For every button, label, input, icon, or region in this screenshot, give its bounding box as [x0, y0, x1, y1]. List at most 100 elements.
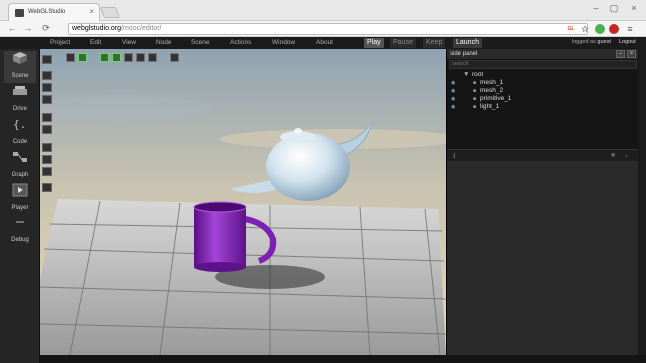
visibility-eye-icon[interactable]: ◉	[451, 79, 455, 87]
url-domain: webglstudio.org	[72, 25, 122, 32]
tool-light-icon[interactable]	[112, 53, 121, 62]
tab-title: WebGLStudio	[28, 9, 66, 15]
expand-triangle-icon[interactable]: ▼	[463, 71, 469, 79]
tree-item-primitive-1[interactable]: ◉ ■ primitive_1	[447, 95, 639, 103]
tool-grid-icon[interactable]	[100, 53, 109, 62]
tool-rotate-icon[interactable]	[42, 83, 52, 92]
visibility-eye-icon[interactable]: ◉	[451, 87, 455, 95]
favicon-icon	[15, 9, 24, 17]
visibility-eye-icon[interactable]: ◉	[451, 103, 455, 111]
menu-scene[interactable]: Scene	[191, 39, 209, 46]
url-path: /mooc/editor/	[121, 25, 162, 32]
tool-pick-icon[interactable]	[42, 125, 52, 134]
lock-icon[interactable]: ■	[611, 152, 615, 159]
side-panel-header: side panel	[447, 49, 639, 59]
tree-label-primitive-1: primitive_1	[480, 95, 512, 102]
back-button[interactable]: ←	[6, 23, 18, 33]
sidebar-item-graph[interactable]: Graph	[4, 150, 36, 182]
editor-menubar: Project Edit View Node Scene Actions Win…	[0, 37, 646, 49]
sidebar-item-drive[interactable]: Drive	[4, 84, 36, 116]
extension-green-icon[interactable]	[595, 24, 605, 34]
inspector-panel	[446, 161, 638, 355]
tool-scale-icon[interactable]	[42, 95, 52, 104]
gl-extension-icon[interactable]: GL	[566, 24, 576, 34]
tool-pen-icon[interactable]	[170, 53, 179, 62]
menu-actions[interactable]: Actions	[230, 39, 251, 46]
browser-tab[interactable]: WebGLStudio ×	[8, 3, 100, 21]
browser-toolbar: ← → ⟳ webglstudio.org/mooc/editor/ GL ☆ …	[0, 21, 646, 37]
launch-button[interactable]: Launch	[453, 38, 482, 48]
scene-tree-search-input[interactable]: search	[449, 60, 637, 69]
close-window-button[interactable]: ×	[626, 3, 642, 16]
maximize-button[interactable]: ▢	[606, 3, 622, 16]
node-icon: ■	[473, 104, 477, 110]
sidebar-label-drive: Drive	[12, 106, 27, 112]
new-tab-button[interactable]	[99, 7, 121, 18]
node-icon: ■	[473, 96, 477, 102]
chevron-right-icon[interactable]: ›	[625, 151, 628, 160]
scene-render	[40, 49, 446, 355]
tool-layout-icon[interactable]	[66, 53, 75, 62]
address-bar[interactable]: webglstudio.org/mooc/editor/	[68, 23, 588, 35]
info-icon[interactable]: ℹ	[453, 152, 456, 160]
panel-close-button[interactable]: ×	[627, 50, 636, 58]
login-status: logged as guest	[572, 39, 611, 45]
tool-move-icon[interactable]	[42, 71, 52, 80]
side-panel-footer: ℹ ■ ›	[447, 149, 639, 161]
adblock-icon[interactable]	[609, 24, 619, 34]
left-sidebar: Scene Drive {..} Code Graph Player Debug	[0, 49, 40, 363]
bottom-strip	[40, 355, 646, 363]
keep-button[interactable]: Keep	[423, 38, 446, 48]
app-window: WebGLStudio × – ▢ × ← → ⟳ webglstudio.or…	[0, 0, 646, 363]
tool-select-icon[interactable]	[42, 113, 52, 122]
right-edge-strip	[638, 49, 646, 355]
tool-camera-view-icon[interactable]	[124, 53, 133, 62]
sidebar-label-player: Player	[11, 205, 29, 211]
tool-stats-icon[interactable]	[42, 183, 52, 192]
menu-project[interactable]: Project	[50, 39, 70, 46]
tool-camera-icon[interactable]	[42, 55, 52, 64]
menu-window[interactable]: Window	[272, 39, 295, 46]
tab-close-icon[interactable]: ×	[89, 7, 94, 16]
tree-label-root: root	[472, 71, 484, 78]
play-button[interactable]: Play	[364, 38, 384, 48]
tree-label-mesh-1: mesh_1	[480, 79, 504, 86]
forward-button[interactable]: →	[22, 23, 34, 33]
tree-item-light-1[interactable]: ◉ ■ light_1	[447, 103, 639, 111]
tree-item-root[interactable]: ▼ root	[447, 71, 639, 79]
tool-delete-icon[interactable]	[42, 167, 52, 176]
menu-node[interactable]: Node	[156, 39, 172, 46]
chrome-menu-icon[interactable]: ≡	[625, 24, 635, 34]
sidebar-item-player[interactable]: Player	[4, 183, 36, 215]
tool-paint-icon[interactable]	[42, 155, 52, 164]
cube-icon	[13, 52, 27, 64]
tool-brush-icon[interactable]	[42, 143, 52, 152]
tool-axis-icon[interactable]	[78, 53, 87, 62]
menu-about[interactable]: About	[316, 39, 333, 46]
pause-button[interactable]: Pause	[390, 38, 416, 48]
sidebar-label-scene: Scene	[11, 73, 29, 79]
tool-refresh-icon[interactable]	[148, 53, 157, 62]
menu-view[interactable]: View	[122, 39, 136, 46]
tree-item-mesh-1[interactable]: ◉ ■ mesh_1	[447, 79, 639, 87]
minimize-button[interactable]: –	[588, 3, 604, 16]
tree-label-mesh-2: mesh_2	[480, 87, 504, 94]
menu-edit[interactable]: Edit	[90, 39, 101, 46]
sidebar-label-debug: Debug	[11, 237, 29, 243]
reload-button[interactable]: ⟳	[40, 23, 52, 34]
sidebar-item-code[interactable]: {..} Code	[4, 117, 40, 149]
scene-viewport[interactable]	[40, 49, 446, 355]
login-user: guest	[597, 39, 611, 45]
bookmark-star-icon[interactable]: ☆	[580, 24, 590, 34]
debug-icon	[16, 221, 24, 223]
tree-item-mesh-2[interactable]: ◉ ■ mesh_2	[447, 87, 639, 95]
sidebar-label-code: Code	[12, 139, 28, 145]
visibility-eye-icon[interactable]: ◉	[451, 95, 455, 103]
play-icon	[12, 183, 28, 197]
sidebar-item-scene[interactable]: Scene	[4, 51, 36, 83]
logout-link[interactable]: Logout	[619, 39, 636, 45]
sidebar-item-debug[interactable]: Debug	[4, 215, 36, 247]
sidebar-label-graph: Graph	[11, 172, 29, 178]
tool-frame-icon[interactable]	[136, 53, 145, 62]
panel-minimize-button[interactable]: –	[616, 50, 625, 58]
